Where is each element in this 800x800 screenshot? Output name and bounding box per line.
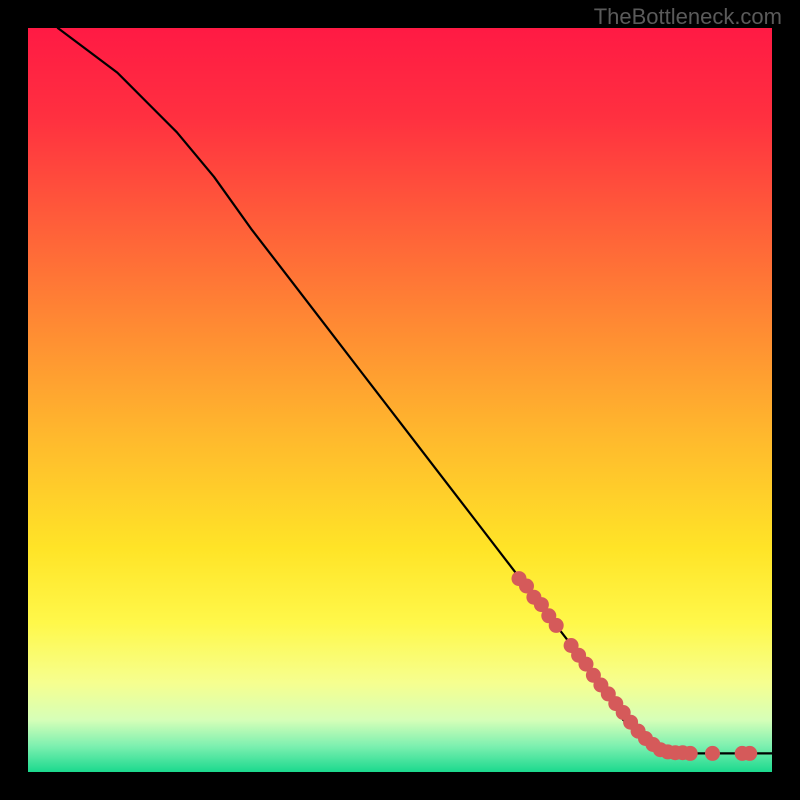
chart-svg (0, 0, 800, 800)
watermark-text: TheBottleneck.com (594, 4, 782, 30)
chart-canvas: TheBottleneck.com (0, 0, 800, 800)
highlight-dot (683, 746, 698, 761)
highlight-dot (705, 746, 720, 761)
plot-area (28, 28, 772, 772)
highlight-dot (742, 746, 757, 761)
highlight-dot (549, 618, 564, 633)
